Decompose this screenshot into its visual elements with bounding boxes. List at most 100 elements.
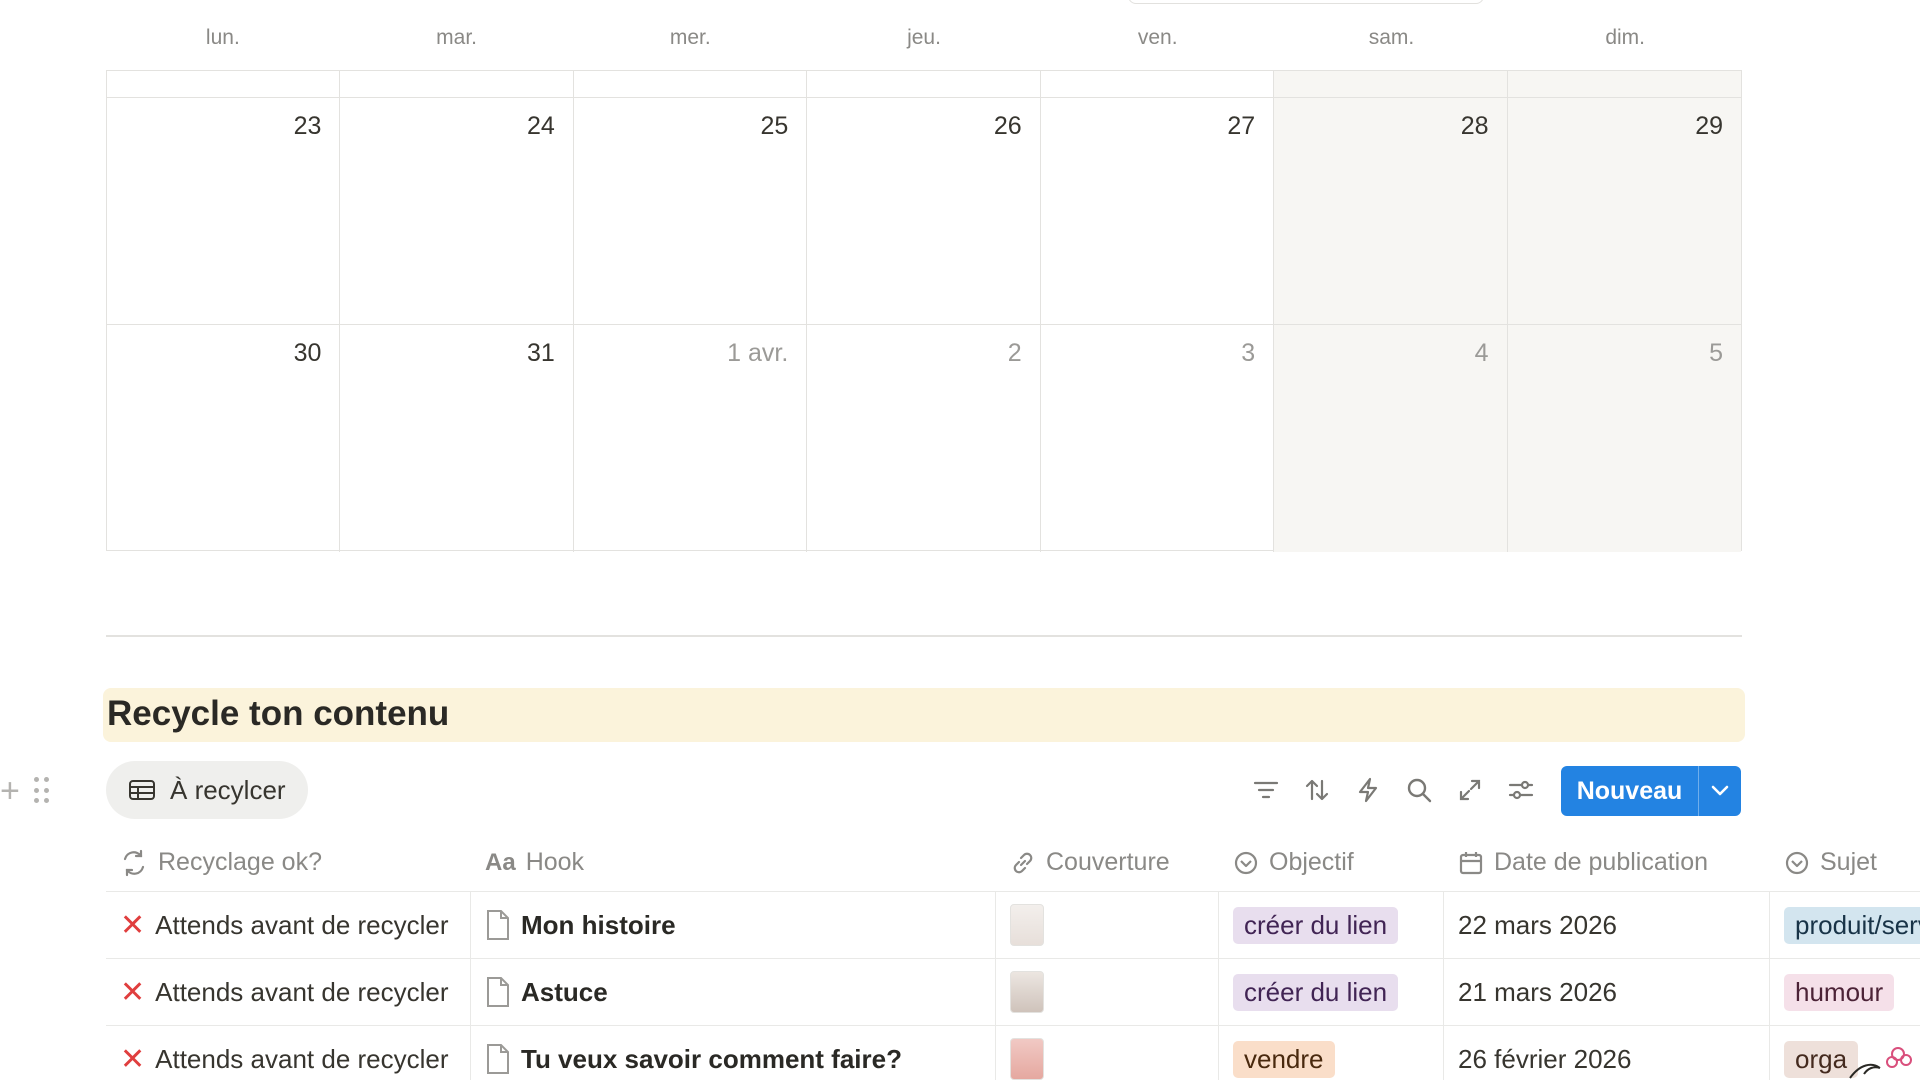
date-cell[interactable]: 21 mars 2026	[1444, 959, 1770, 1025]
column-label: Couverture	[1046, 848, 1170, 876]
day-number: 29	[1695, 112, 1723, 140]
calendar-day-cell[interactable]: 31	[340, 325, 574, 552]
calendar-partial-cell[interactable]	[1274, 71, 1508, 98]
page-icon	[487, 1044, 509, 1074]
table-row[interactable]: ✕ Attends avant de recycler Tu veux savoi…	[106, 1026, 1920, 1080]
date-cell[interactable]: 22 mars 2026	[1444, 892, 1770, 958]
weekday-label: dim.	[1605, 26, 1646, 49]
calendar-partial-cell[interactable]	[1040, 71, 1275, 98]
sujet-cell[interactable]: produit/serv	[1770, 892, 1920, 958]
database-table: Recyclage ok? Aa Hook Couverture Objecti…	[106, 834, 1920, 1080]
drag-handle-icon[interactable]	[33, 777, 50, 805]
column-header-hook[interactable]: Aa Hook	[471, 834, 996, 891]
column-header-couverture[interactable]: Couverture	[996, 834, 1219, 891]
status-text: Attends avant de recycler	[155, 1043, 449, 1074]
new-button-label: Nouveau	[1576, 776, 1683, 805]
day-number: 31	[527, 339, 555, 367]
calendar-day-cell[interactable]: 27	[1040, 98, 1275, 325]
hook-cell[interactable]: Tu veux savoir comment faire?	[471, 1026, 996, 1080]
view-tab[interactable]: À recylcer	[106, 761, 308, 819]
search-field-edge[interactable]	[1128, 0, 1484, 4]
calendar-day-cell[interactable]: 3	[1041, 325, 1275, 552]
column-header-objectif[interactable]: Objectif	[1219, 834, 1444, 891]
status-cell[interactable]: ✕ Attends avant de recycler	[106, 1026, 471, 1080]
calendar-day-cell[interactable]: 4	[1274, 325, 1508, 552]
calendar-partial-cell[interactable]	[1507, 71, 1741, 98]
column-header-date[interactable]: Date de publication	[1444, 834, 1770, 891]
cross-mark-icon: ✕	[120, 975, 146, 1009]
day-number: 28	[1460, 112, 1489, 140]
filter-icon[interactable]	[1252, 770, 1280, 810]
calendar-icon	[1459, 851, 1483, 874]
cover-cell[interactable]	[996, 959, 1219, 1025]
calendar-day-cell[interactable]: 29	[1507, 98, 1741, 325]
column-header-recyclage[interactable]: Recyclage ok?	[106, 834, 471, 891]
column-label: Hook	[525, 848, 585, 876]
calendar-partial-cell[interactable]	[807, 71, 1041, 98]
day-number: 1 avr.	[727, 339, 789, 367]
settings-sliders-icon[interactable]	[1507, 770, 1535, 810]
hook-cell[interactable]: Astuce	[471, 959, 996, 1025]
page-icon	[487, 910, 509, 940]
calendar-day-cell[interactable]: 2	[807, 325, 1041, 552]
hook-cell[interactable]: Mon histoire	[471, 892, 996, 958]
date-text: 26 février 2026	[1458, 1043, 1632, 1074]
chevron-down-icon[interactable]	[1699, 766, 1741, 816]
sort-icon[interactable]	[1303, 770, 1331, 810]
column-label: Date de publication	[1494, 848, 1709, 876]
database-toolbar	[1252, 770, 1535, 810]
table-icon	[129, 780, 155, 800]
expand-icon[interactable]	[1456, 770, 1484, 810]
calendar-partial-cell[interactable]	[573, 71, 808, 98]
table-row[interactable]: ✕ Attends avant de recycler Astuce créer …	[106, 959, 1920, 1026]
objectif-tag: vendre	[1233, 1040, 1335, 1078]
weekday-label: sam.	[1368, 26, 1415, 49]
status-cell[interactable]: ✕ Attends avant de recycler	[106, 892, 471, 958]
divider	[106, 635, 1742, 637]
calendar-day-cell[interactable]: 5	[1507, 325, 1741, 552]
objectif-cell[interactable]: créer du lien	[1219, 959, 1444, 1025]
cover-thumbnail[interactable]	[1010, 1038, 1044, 1080]
link-icon	[1013, 852, 1033, 873]
cover-cell[interactable]	[996, 892, 1219, 958]
day-number: 25	[760, 112, 789, 140]
plus-icon[interactable]: +	[0, 774, 20, 808]
day-number: 23	[293, 112, 322, 140]
new-button[interactable]: Nouveau	[1561, 766, 1741, 816]
cover-thumbnail[interactable]	[1010, 971, 1044, 1013]
weekday-label: mar.	[436, 26, 477, 49]
automation-bolt-icon[interactable]	[1354, 770, 1382, 810]
column-header-sujet[interactable]: Sujet	[1770, 834, 1920, 891]
day-number: 26	[993, 112, 1022, 140]
weekday-label: mer.	[669, 26, 711, 49]
date-cell[interactable]: 26 février 2026	[1444, 1026, 1770, 1080]
weekday-label: jeu.	[907, 26, 941, 49]
objectif-cell[interactable]: vendre	[1219, 1026, 1444, 1080]
calendar-partial-cell[interactable]	[107, 71, 341, 98]
cover-thumbnail[interactable]	[1010, 904, 1044, 946]
calendar-day-cell[interactable]: 26	[807, 98, 1041, 325]
section-heading[interactable]: Recycle ton contenu	[103, 688, 1745, 742]
search-icon[interactable]	[1405, 770, 1433, 810]
calendar-day-cell[interactable]: 28	[1274, 98, 1508, 325]
sujet-cell[interactable]: humour	[1770, 959, 1920, 1025]
calendar-day-cell[interactable]: 30	[107, 325, 341, 552]
cover-cell[interactable]	[996, 1026, 1219, 1080]
select-icon	[1785, 851, 1809, 874]
weekday-header: lun. mar. mer. jeu. ven. sam. dim.	[106, 26, 1742, 60]
calendar-partial-cell[interactable]	[340, 71, 574, 98]
objectif-cell[interactable]: créer du lien	[1219, 892, 1444, 958]
calendar-day-cell[interactable]: 1 avr.	[574, 325, 808, 552]
calendar-day-cell[interactable]: 24	[340, 98, 574, 325]
day-number: 30	[293, 339, 322, 367]
status-cell[interactable]: ✕ Attends avant de recycler	[106, 959, 471, 1025]
day-number: 27	[1227, 112, 1256, 140]
select-icon	[1234, 851, 1258, 874]
hook-title: Tu veux savoir comment faire?	[521, 1043, 902, 1074]
table-row[interactable]: ✕ Attends avant de recycler Mon histoire …	[106, 892, 1920, 959]
day-number: 3	[1241, 339, 1256, 367]
calendar-day-cell[interactable]: 23	[107, 98, 341, 325]
calendar-day-cell[interactable]: 25	[573, 98, 808, 325]
weekday-label: lun.	[205, 26, 240, 49]
sujet-tag: produit/serv	[1784, 906, 1920, 944]
